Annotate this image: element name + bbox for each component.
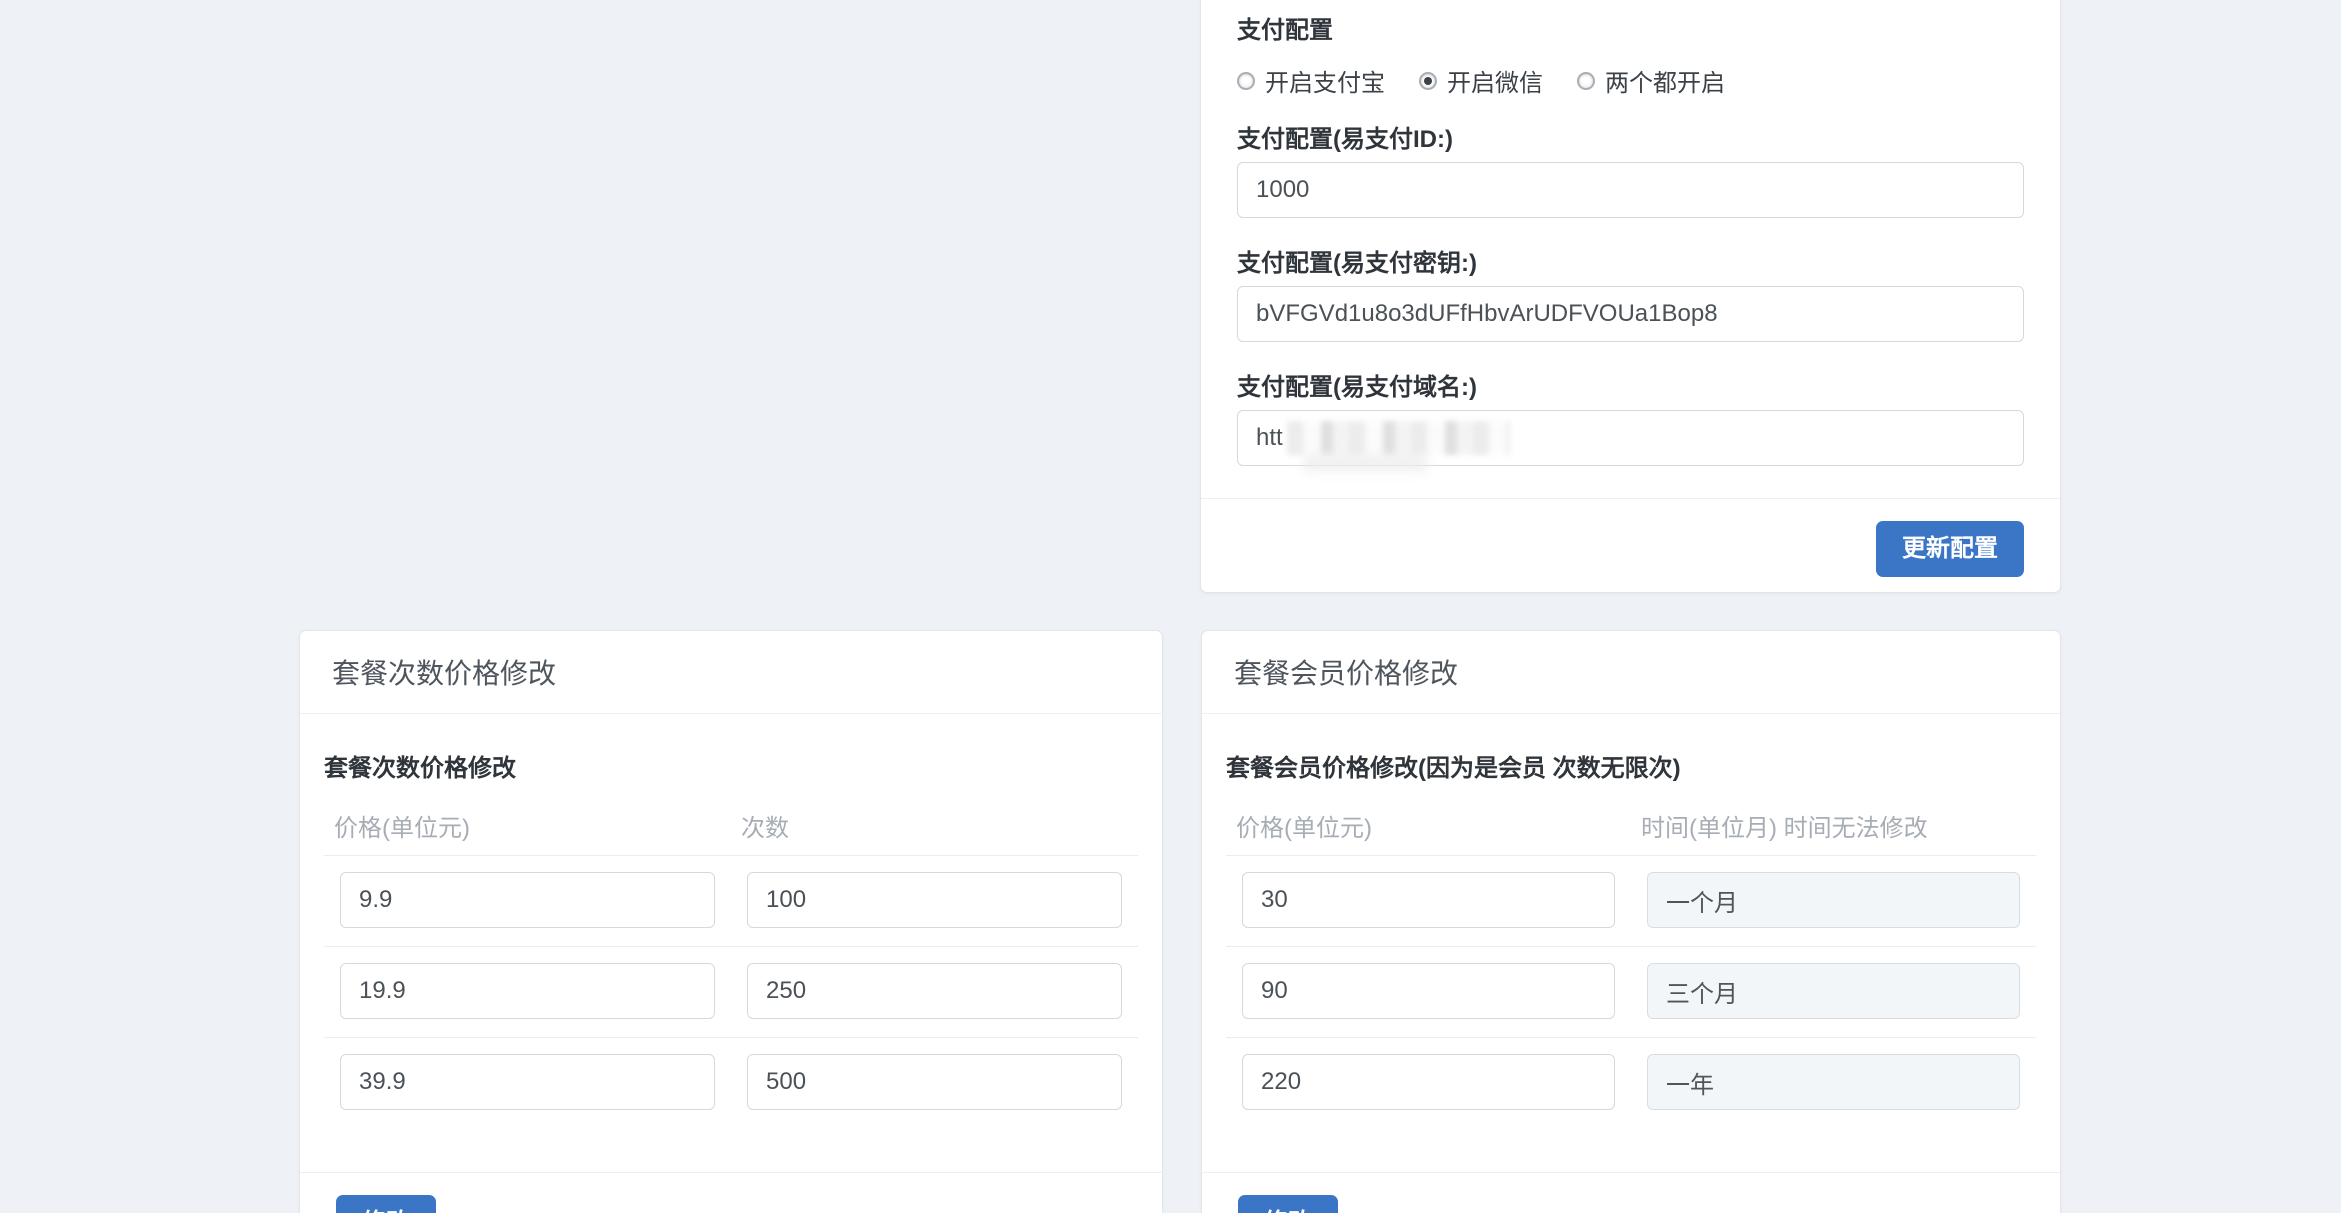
member-card-subtitle: 套餐会员价格修改(因为是会员 次数无限次) bbox=[1226, 754, 2036, 784]
form-group-pay-id: 支付配置(易支付ID:) bbox=[1237, 126, 2024, 218]
radio-option-both[interactable]: 两个都开启 bbox=[1577, 63, 1725, 98]
radio-option-wechat[interactable]: 开启微信 bbox=[1419, 63, 1543, 98]
radio-label: 开启微信 bbox=[1447, 63, 1543, 98]
times-card-header: 套餐次数价格修改 bbox=[300, 631, 1162, 714]
table-row bbox=[324, 947, 1138, 1038]
column-header-times: 次数 bbox=[731, 784, 1138, 855]
price-input[interactable] bbox=[340, 963, 715, 1019]
pay-domain-visible-text: htt bbox=[1256, 424, 1283, 452]
column-header-duration: 时间(单位月) 时间无法修改 bbox=[1631, 784, 2036, 855]
times-card-body: 套餐次数价格修改 价格(单位元) 次数 bbox=[300, 714, 1162, 1172]
modify-member-price-button[interactable]: 修改 bbox=[1238, 1195, 1338, 1213]
pay-key-label: 支付配置(易支付密钥:) bbox=[1237, 250, 2024, 278]
price-input[interactable] bbox=[340, 872, 715, 928]
payment-config-title: 支付配置 bbox=[1237, 10, 2024, 45]
payment-config-card: 支付配置 开启支付宝 开启微信 两个都开启 支付配置(易支付ID:) 支付配置(… bbox=[1200, 0, 2061, 593]
redacted-blur-block bbox=[1287, 421, 1509, 455]
times-card-subtitle: 套餐次数价格修改 bbox=[324, 754, 1138, 784]
pay-id-label: 支付配置(易支付ID:) bbox=[1237, 126, 2024, 154]
radio-icon[interactable] bbox=[1419, 72, 1437, 90]
table-row bbox=[324, 1038, 1138, 1128]
radio-icon[interactable] bbox=[1237, 72, 1255, 90]
column-header-price: 价格(单位元) bbox=[324, 784, 731, 855]
table-row bbox=[1226, 947, 2036, 1038]
payment-method-radio-group: 开启支付宝 开启微信 两个都开启 bbox=[1237, 63, 2024, 98]
form-group-pay-domain: 支付配置(易支付域名:) htt bbox=[1237, 374, 2024, 466]
form-group-pay-key: 支付配置(易支付密钥:) bbox=[1237, 250, 2024, 342]
member-price-table: 价格(单位元) 时间(单位月) 时间无法修改 bbox=[1226, 784, 2036, 1128]
table-row bbox=[1226, 1038, 2036, 1128]
modify-times-price-button[interactable]: 修改 bbox=[336, 1195, 436, 1213]
table-header-row: 价格(单位元) 次数 bbox=[324, 784, 1138, 856]
times-input[interactable] bbox=[747, 1054, 1122, 1110]
table-row bbox=[1226, 856, 2036, 947]
price-input[interactable] bbox=[1242, 1054, 1615, 1110]
payment-config-content: 支付配置 开启支付宝 开启微信 两个都开启 支付配置(易支付ID:) 支付配置(… bbox=[1201, 0, 2060, 498]
radio-option-alipay[interactable]: 开启支付宝 bbox=[1237, 63, 1385, 98]
times-price-table: 价格(单位元) 次数 bbox=[324, 784, 1138, 1128]
pay-id-input[interactable] bbox=[1237, 162, 2024, 218]
duration-input-readonly bbox=[1647, 872, 2020, 928]
duration-input-readonly bbox=[1647, 963, 2020, 1019]
times-input[interactable] bbox=[747, 872, 1122, 928]
table-row bbox=[324, 856, 1138, 947]
times-input[interactable] bbox=[747, 963, 1122, 1019]
price-input[interactable] bbox=[1242, 963, 1615, 1019]
radio-label: 两个都开启 bbox=[1605, 63, 1725, 98]
member-card-footer: 修改 bbox=[1202, 1172, 2060, 1213]
duration-input-readonly bbox=[1647, 1054, 2020, 1110]
payment-config-footer: 更新配置 bbox=[1201, 498, 2060, 601]
member-card-title: 套餐会员价格修改 bbox=[1234, 657, 2028, 691]
member-card-body: 套餐会员价格修改(因为是会员 次数无限次) 价格(单位元) 时间(单位月) 时间… bbox=[1202, 714, 2060, 1172]
price-input[interactable] bbox=[1242, 872, 1615, 928]
radio-icon[interactable] bbox=[1577, 72, 1595, 90]
column-header-price: 价格(单位元) bbox=[1226, 784, 1631, 855]
pay-domain-input[interactable]: htt bbox=[1237, 410, 2024, 466]
radio-label: 开启支付宝 bbox=[1265, 63, 1385, 98]
times-card-footer: 修改 bbox=[300, 1172, 1162, 1213]
membership-price-card: 套餐会员价格修改 套餐会员价格修改(因为是会员 次数无限次) 价格(单位元) 时… bbox=[1201, 630, 2061, 1213]
update-config-button[interactable]: 更新配置 bbox=[1876, 521, 2024, 577]
table-header-row: 价格(单位元) 时间(单位月) 时间无法修改 bbox=[1226, 784, 2036, 856]
times-card-title: 套餐次数价格修改 bbox=[332, 657, 1130, 691]
price-input[interactable] bbox=[340, 1054, 715, 1110]
pay-key-input[interactable] bbox=[1237, 286, 2024, 342]
member-card-header: 套餐会员价格修改 bbox=[1202, 631, 2060, 714]
pay-domain-label: 支付配置(易支付域名:) bbox=[1237, 374, 2024, 402]
package-times-price-card: 套餐次数价格修改 套餐次数价格修改 价格(单位元) 次数 修改 bbox=[299, 630, 1163, 1213]
